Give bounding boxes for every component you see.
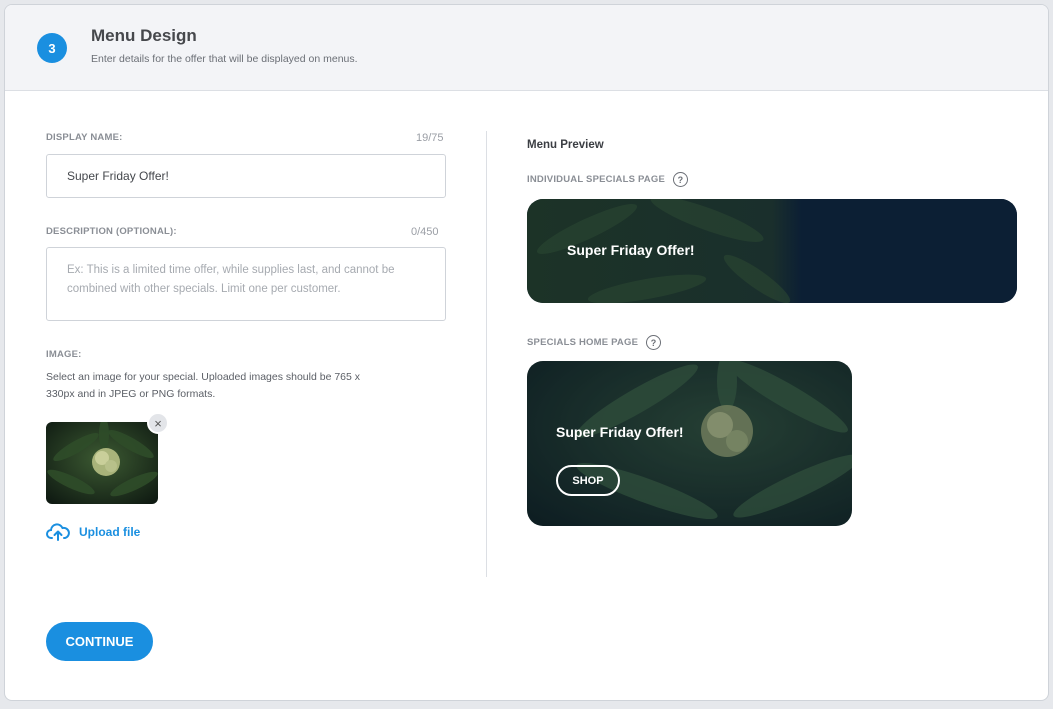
- upload-file-button[interactable]: Upload file: [46, 522, 140, 542]
- section-subtitle: Enter details for the offer that will be…: [91, 53, 358, 65]
- upload-file-label: Upload file: [79, 525, 141, 539]
- question-circle-icon[interactable]: ?: [646, 335, 662, 350]
- individual-offer-text: Super Friday Offer!: [567, 242, 695, 258]
- display-name-char-count: 19/75: [416, 132, 444, 144]
- column-divider: [486, 131, 487, 577]
- question-circle-icon[interactable]: ?: [673, 172, 688, 187]
- menu-design-card: 3 Menu Design Enter details for the offe…: [4, 4, 1049, 701]
- close-icon: ×: [154, 415, 162, 431]
- specials-home-preview-banner: Super Friday Offer! SHOP: [527, 361, 852, 526]
- image-label: IMAGE:: [46, 349, 82, 360]
- image-help-text: Select an image for your special. Upload…: [46, 371, 361, 400]
- section-title: Menu Design: [91, 26, 197, 45]
- home-offer-text: Super Friday Offer!: [556, 424, 684, 440]
- description-label: DESCRIPTION (OPTIONAL):: [46, 226, 177, 237]
- specials-home-label-text: SPECIALS HOME PAGE: [527, 337, 639, 348]
- step-number-badge: 3: [37, 33, 67, 63]
- section-header: 3 Menu Design Enter details for the offe…: [5, 5, 1048, 91]
- display-name-label: DISPLAY NAME:: [46, 132, 123, 143]
- continue-button[interactable]: CONTINUE: [46, 622, 153, 661]
- shop-button[interactable]: SHOP: [556, 465, 620, 496]
- image-thumbnail: [46, 422, 158, 504]
- description-textarea[interactable]: Ex: This is a limited time offer, while …: [46, 247, 446, 321]
- specials-home-label: SPECIALS HOME PAGE ?: [527, 335, 662, 350]
- remove-image-button[interactable]: ×: [147, 412, 169, 434]
- individual-specials-label-text: INDIVIDUAL SPECIALS PAGE: [527, 174, 665, 185]
- individual-specials-preview-banner: Super Friday Offer!: [527, 199, 1017, 303]
- description-char-count: 0/450: [411, 226, 439, 238]
- display-name-input[interactable]: Super Friday Offer!: [46, 154, 446, 198]
- individual-specials-label: INDIVIDUAL SPECIALS PAGE ?: [527, 172, 688, 187]
- cloud-upload-icon: [46, 522, 70, 542]
- menu-preview-title: Menu Preview: [527, 139, 604, 151]
